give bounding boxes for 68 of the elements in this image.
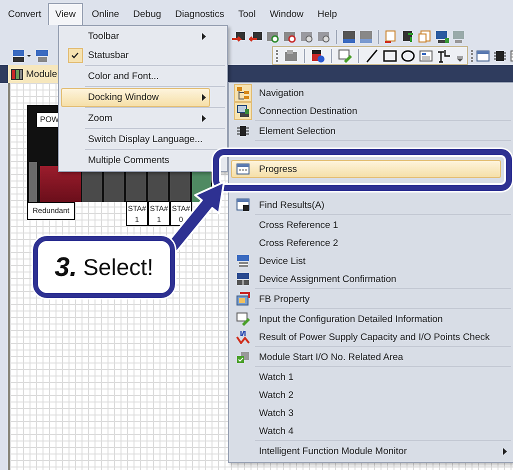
menu-item[interactable]: Statusbar (61, 46, 210, 65)
rectangle-tool-icon[interactable] (383, 48, 397, 62)
window-icon (236, 162, 250, 176)
device-module-icon (359, 30, 373, 44)
submenu-arrow-icon (202, 94, 206, 101)
module-icon (11, 68, 23, 80)
edit-sheet-icon[interactable] (338, 48, 352, 62)
ellipse-tool-icon[interactable] (401, 48, 415, 62)
menu-item[interactable]: Online (84, 3, 126, 25)
window-icon[interactable] (476, 48, 490, 62)
menu-item[interactable]: Cross Reference 2 (231, 234, 511, 252)
menu-item[interactable]: Tool (231, 3, 263, 25)
submenu-arrow-icon (202, 33, 206, 40)
module-magnifier-icon (266, 30, 280, 44)
submenu-arrow-icon (202, 115, 206, 122)
menu-item[interactable]: Intelligent Function Module Monitor (231, 442, 511, 460)
menu-item[interactable]: Result of Power Supply Capacity and I/O Points Check (231, 328, 511, 346)
menu-item[interactable]: Connection Destination (231, 102, 511, 120)
chip-icon[interactable] (493, 48, 507, 62)
callout-text: Select! (83, 254, 154, 280)
device-search-icon[interactable] (12, 48, 32, 62)
device-assignment-icon (236, 272, 250, 286)
menu-item[interactable]: Convert (1, 3, 48, 25)
menu-item[interactable]: View (48, 3, 83, 25)
menu-item[interactable]: Watch 1 (231, 368, 511, 386)
menu-item[interactable]: Window (262, 3, 310, 25)
module-icon[interactable] (284, 48, 298, 62)
menu-item[interactable]: Docking Window (61, 88, 210, 107)
device-module-icon (342, 30, 356, 44)
device-icon[interactable] (35, 48, 49, 62)
menu-item[interactable]: Device List (231, 252, 511, 270)
module-arrow-icon (249, 30, 263, 44)
module-magnifier-icon (317, 30, 331, 44)
menu-item[interactable]: Cross Reference 1 (231, 216, 511, 234)
text-box-icon[interactable] (419, 48, 433, 62)
menu-item[interactable]: Multiple Comments (61, 151, 210, 170)
menu-item[interactable]: Help (310, 3, 344, 25)
menu-item[interactable]: Switch Display Language... (61, 130, 210, 149)
monitor-icon (452, 30, 466, 44)
menu-item[interactable]: FB Property (231, 290, 511, 308)
property-card-icon (236, 292, 250, 306)
step-number: 3. (54, 252, 78, 282)
menu-item[interactable]: Watch 3 (231, 404, 511, 422)
menu-item[interactable]: Watch 2 (231, 386, 511, 404)
menu-item[interactable]: Find Results(A) (231, 196, 511, 214)
edit-sheet-icon (236, 312, 250, 326)
module-arrow-icon (232, 30, 246, 44)
menu-item[interactable]: Watch 4 (231, 422, 511, 440)
menu-item[interactable]: Debug (126, 3, 168, 25)
menu-item[interactable]: Diagnostics (168, 3, 232, 25)
monitor-icon (435, 30, 449, 44)
module-magnifier-icon (283, 30, 297, 44)
module-check-icon (236, 350, 250, 364)
io-check-icon (236, 330, 250, 344)
menu-item[interactable]: Navigation (231, 84, 511, 102)
menu-item[interactable]: Element Selection (231, 122, 511, 140)
chip-icon (236, 124, 250, 138)
submenu-arrow-icon (503, 448, 507, 454)
menu-item[interactable]: Progress (231, 160, 501, 178)
menu-item[interactable]: Toolbar (61, 27, 210, 46)
line-tool-icon[interactable] (365, 48, 379, 62)
module-info-icon[interactable] (311, 48, 325, 62)
device-icon (236, 254, 250, 268)
menu-item[interactable]: Input the Configuration Detailed Information (231, 310, 511, 328)
menu-item[interactable]: Device Assignment Confirmation (231, 270, 511, 288)
menu-item[interactable]: Module Start I/O No. Related Area (231, 348, 511, 366)
module-block[interactable] (40, 166, 81, 202)
module-magnifier-icon (300, 30, 314, 44)
